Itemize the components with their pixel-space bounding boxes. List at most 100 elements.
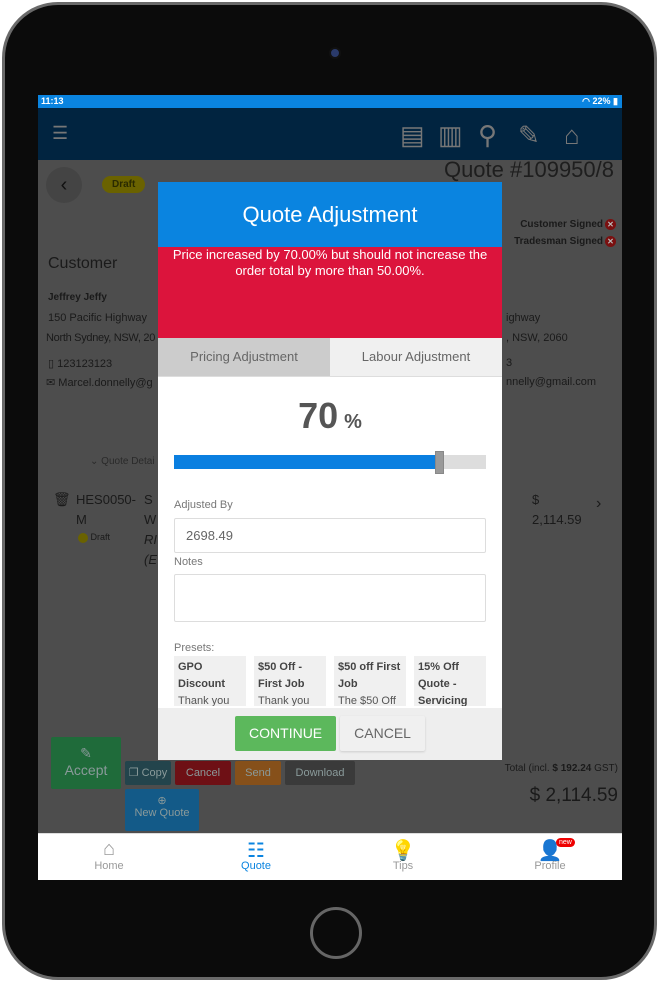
search-icon[interactable]: ⚲ — [478, 120, 497, 151]
draft-dot-icon — [78, 532, 88, 543]
status-time: 11:13 — [41, 96, 64, 106]
new-quote-button[interactable]: ⊕ New Quote — [125, 789, 199, 831]
chevron-down-icon: ⌄ — [90, 456, 102, 467]
error-message: Price increased by 70.00% but should not… — [158, 247, 502, 338]
menu-icon[interactable]: ☰ — [52, 123, 68, 144]
error-text: Price increased by 70.00% but should not… — [172, 247, 488, 278]
adjustment-tabs: Pricing Adjustment Labour Adjustment — [158, 338, 502, 377]
document-icon[interactable]: ▤ — [400, 120, 425, 151]
home-icon[interactable]: ⌂ — [564, 120, 580, 151]
site-address-line2: , NSW, 2060 — [506, 332, 568, 344]
screen: 11:13 ◠ 22% ▮ ☰ ▤ ▥ ⚲ ✎ ⌂ ‹ Draft Quote … — [38, 95, 622, 880]
adjusted-by-input[interactable] — [174, 518, 486, 553]
line-item-status: Draft — [90, 532, 111, 542]
preset-item[interactable]: $50 Off - First Job Thank you for — [254, 656, 326, 706]
new-badge: new — [556, 838, 575, 847]
send-button[interactable]: Send — [235, 761, 281, 785]
preset-title: 15% Off Quote - Servicing Air — [418, 661, 468, 706]
chevron-right-icon[interactable]: › — [596, 495, 601, 513]
preset-title: $50 off First Job — [338, 661, 401, 690]
notes-input[interactable] — [174, 574, 486, 622]
accept-button[interactable]: ✎ Accept — [51, 737, 121, 789]
percent-display: 70% — [158, 395, 502, 437]
plus-circle-icon: ⊕ — [157, 795, 167, 807]
copy-icon: ❐ — [128, 767, 142, 779]
quote-details-toggle[interactable]: Quote Detai — [101, 456, 154, 467]
trash-icon[interactable]: 🗑 — [53, 491, 71, 508]
home-icon: ⌂ — [102, 838, 116, 860]
preset-title: GPO Discount — [178, 661, 226, 690]
nav-label: Tips — [392, 860, 414, 872]
cancel-button[interactable]: CANCEL — [340, 716, 425, 751]
copy-button[interactable]: ❐ Copy — [125, 761, 171, 785]
percent-value: 70 — [298, 395, 339, 436]
page-title: Quote #109950/8 — [443, 157, 614, 182]
customer-signed-label: Customer Signed — [520, 219, 603, 230]
site-address-line1: ighway — [506, 312, 541, 324]
user-icon: 👤 — [537, 840, 563, 862]
lightbulb-icon: 💡 — [390, 840, 416, 862]
nav-label: Home — [94, 860, 124, 872]
preset-item[interactable]: GPO Discount Thank you for — [174, 656, 246, 706]
line-item-price: 2,114.59 — [532, 512, 582, 527]
presets-label: Presets: — [174, 642, 215, 654]
tab-pricing-adjustment[interactable]: Pricing Adjustment — [158, 338, 330, 376]
line-item-code-cont: M — [76, 512, 87, 527]
adjusted-by-label: Adjusted By — [174, 499, 233, 511]
total-amount: $ 2,114.59 — [529, 785, 618, 806]
modal-footer: CONTINUE CANCEL — [158, 708, 502, 760]
status-badge: Draft — [102, 176, 146, 193]
cancel-quote-button[interactable]: Cancel — [175, 761, 231, 785]
email-icon: ✉ — [46, 377, 59, 389]
notes-label: Notes — [174, 556, 203, 568]
quote-adjustment-modal: Quote Adjustment Price increased by 70.0… — [158, 182, 502, 760]
line-item-desc: (E — [144, 552, 157, 567]
back-button[interactable]: ‹ — [46, 167, 82, 203]
preset-desc: The $50 Off — [338, 695, 396, 706]
new-quote-label: New Quote — [134, 807, 190, 819]
phone-icon: ▯ — [48, 358, 58, 370]
slider-handle[interactable] — [435, 451, 445, 474]
nav-label: Profile — [534, 860, 566, 872]
percent-slider[interactable] — [174, 451, 486, 474]
status-bar: 11:13 ◠ 22% ▮ — [38, 95, 622, 108]
customer-address-line1: 150 Pacific Highway — [48, 312, 148, 324]
preset-item[interactable]: $50 off First Job The $50 Off — [334, 656, 406, 706]
gst-amount: $ 192.24 — [552, 763, 592, 774]
tab-labour-adjustment[interactable]: Labour Adjustment — [330, 338, 502, 376]
not-signed-icon: ✕ — [605, 236, 616, 247]
line-item-desc: W — [144, 512, 157, 527]
line-item-desc: S — [144, 492, 153, 507]
line-item-desc: RI — [144, 532, 157, 547]
edit-icon: ✎ — [80, 745, 92, 761]
list-icon: ☷ — [247, 840, 265, 862]
preset-desc: Thank you for — [258, 695, 310, 706]
percent-sign: % — [344, 411, 362, 433]
battery-charging-icon: ▮ — [613, 96, 618, 106]
nav-profile[interactable]: 👤 Profile new — [510, 838, 590, 872]
camera — [329, 47, 341, 59]
book-icon[interactable]: ▥ — [438, 120, 463, 151]
line-item-code: HES0050- — [76, 492, 136, 507]
tradesman-signed-label: Tradesman Signed — [514, 236, 603, 247]
nav-tips[interactable]: 💡 Tips — [363, 838, 443, 872]
gst-suffix: GST) — [591, 763, 618, 774]
continue-button[interactable]: CONTINUE — [235, 716, 337, 751]
customer-heading: Customer — [48, 255, 118, 272]
accept-label: Accept — [64, 762, 108, 778]
download-button[interactable]: Download — [285, 761, 355, 785]
battery-level: 22% — [592, 96, 611, 106]
slider-fill — [174, 455, 440, 469]
bottom-nav: ⌂ Home ☷ Quote 💡 Tips 👤 Profile new — [38, 833, 622, 880]
edit-icon[interactable]: ✎ — [518, 120, 540, 151]
preset-item[interactable]: 15% Off Quote - Servicing Air — [414, 656, 486, 706]
nav-home[interactable]: ⌂ Home — [69, 838, 149, 872]
customer-phone: 123123123 — [57, 358, 113, 370]
nav-quote[interactable]: ☷ Quote — [216, 838, 296, 872]
customer-email[interactable]: Marcel.donnelly@g — [58, 377, 152, 389]
modal-title: Quote Adjustment — [158, 182, 502, 247]
site-email: nnelly@gmail.com — [506, 376, 597, 388]
home-hardware-button[interactable] — [310, 907, 362, 959]
wifi-icon: ◠ — [582, 96, 593, 106]
line-item-currency: $ — [532, 492, 540, 507]
